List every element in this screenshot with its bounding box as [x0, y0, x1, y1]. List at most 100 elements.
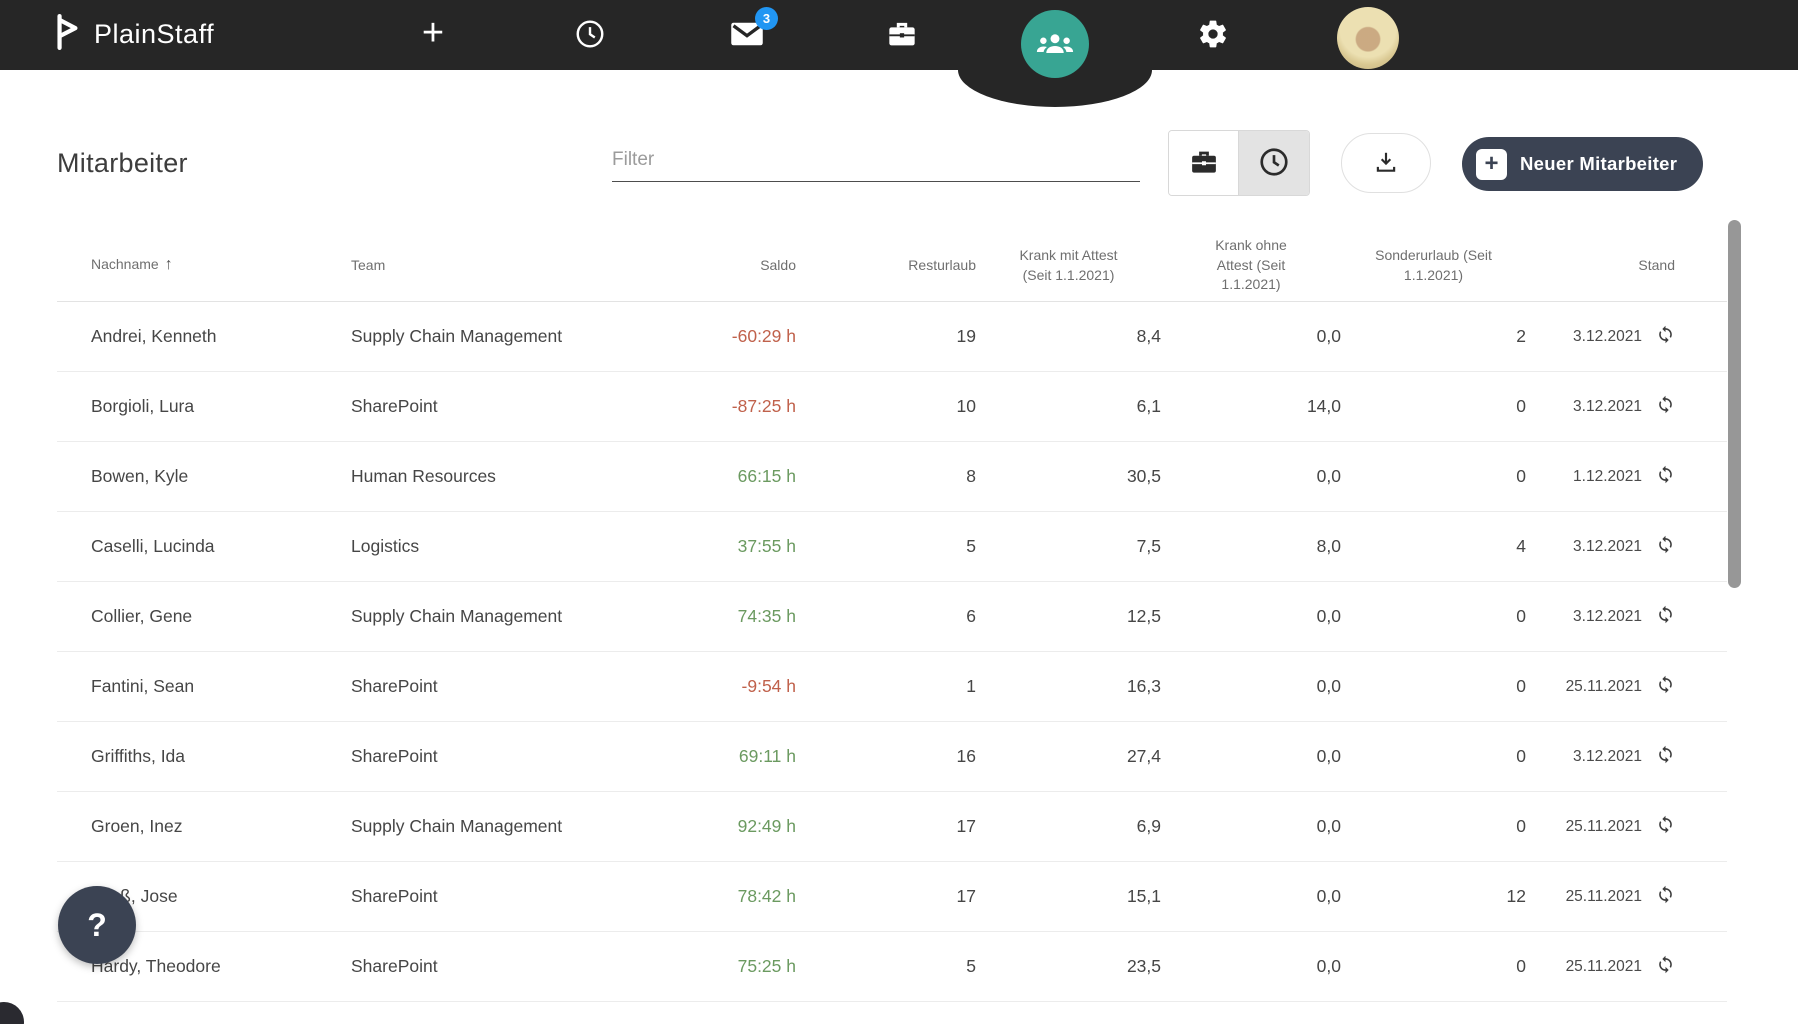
briefcase-icon [1189, 148, 1219, 179]
filter-input[interactable] [612, 138, 1140, 182]
sonderurlaub-value: 2 [1341, 326, 1526, 347]
employee-name: Hardy, Theodore [91, 956, 351, 977]
refresh-icon[interactable] [1656, 325, 1675, 349]
saldo-value: 92:49 h [681, 816, 796, 837]
column-header-stand[interactable]: Stand [1526, 256, 1727, 276]
table-row[interactable]: Griffiths, Ida SharePoint 69:11 h 16 27,… [57, 722, 1727, 792]
nav-add-button[interactable]: + [398, 0, 468, 70]
brand-name: PlainStaff [94, 19, 214, 50]
employee-name: Collier, Gene [91, 606, 351, 627]
brand-logo[interactable]: PlainStaff [52, 13, 214, 56]
column-header-krank-mit-attest[interactable]: Krank mit Attest (Seit 1.1.2021) [976, 246, 1161, 285]
plus-icon: + [422, 14, 444, 52]
employee-name: Groen, Inez [91, 816, 351, 837]
refresh-icon[interactable] [1656, 395, 1675, 419]
refresh-icon[interactable] [1656, 675, 1675, 699]
nav-employees-button[interactable] [1021, 10, 1089, 78]
krank-mit-attest-value: 12,5 [976, 606, 1161, 627]
krank-mit-attest-value: 6,1 [976, 396, 1161, 417]
resturlaub-value: 19 [796, 326, 976, 347]
krank-ohne-attest-value: 0,0 [1161, 606, 1341, 627]
column-header-sonderurlaub[interactable]: Sonderurlaub (Seit 1.1.2021) [1341, 246, 1526, 285]
new-employee-label: Neuer Mitarbeiter [1520, 153, 1677, 175]
stand-date: 25.11.2021 [1566, 678, 1642, 696]
stand-date: 3.12.2021 [1573, 608, 1642, 626]
table-row[interactable]: Andrei, Kenneth Supply Chain Management … [57, 302, 1727, 372]
resturlaub-value: 5 [796, 536, 976, 557]
mail-icon: 3 [729, 19, 765, 52]
table-row[interactable]: Fantini, Sean SharePoint -9:54 h 1 16,3 … [57, 652, 1727, 722]
resturlaub-value: 17 [796, 816, 976, 837]
sonderurlaub-value: 12 [1341, 886, 1526, 907]
krank-mit-attest-value: 7,5 [976, 536, 1161, 557]
help-label: ? [87, 907, 107, 944]
nav-projects-button[interactable] [867, 0, 937, 70]
resturlaub-value: 17 [796, 886, 976, 907]
resturlaub-value: 10 [796, 396, 976, 417]
nav-times-button[interactable] [555, 0, 625, 70]
krank-mit-attest-value: 15,1 [976, 886, 1161, 907]
column-header-krank-ohne-attest[interactable]: Krank ohne Attest (Seit 1.1.2021) [1161, 236, 1341, 295]
unread-count-badge: 3 [755, 7, 778, 30]
sonderurlaub-value: 0 [1341, 816, 1526, 837]
employees-table: Nachname↑ Team Saldo Resturlaub Krank mi… [57, 230, 1727, 1002]
table-row[interactable]: Hardy, Theodore SharePoint 75:25 h 5 23,… [57, 932, 1727, 1002]
view-times-toggle[interactable] [1239, 131, 1309, 195]
sonderurlaub-value: 0 [1341, 396, 1526, 417]
table-row[interactable]: Groen, Inez Supply Chain Management 92:4… [57, 792, 1727, 862]
krank-ohne-attest-value: 8,0 [1161, 536, 1341, 557]
download-icon [1373, 149, 1399, 178]
refresh-icon[interactable] [1656, 815, 1675, 839]
employee-team: SharePoint [351, 676, 681, 697]
new-employee-button[interactable]: + Neuer Mitarbeiter [1462, 137, 1703, 191]
table-row[interactable]: Caselli, Lucinda Logistics 37:55 h 5 7,5… [57, 512, 1727, 582]
view-absences-toggle[interactable] [1169, 131, 1239, 195]
krank-mit-attest-value: 27,4 [976, 746, 1161, 767]
column-header-nachname[interactable]: Nachname↑ [91, 254, 351, 276]
top-navbar: PlainStaff + 3 [0, 0, 1798, 70]
column-header-resturlaub[interactable]: Resturlaub [796, 256, 976, 276]
table-row[interactable]: Bowen, Kyle Human Resources 66:15 h 8 30… [57, 442, 1727, 512]
employee-name: Borgioli, Lura [91, 396, 351, 417]
table-header-row: Nachname↑ Team Saldo Resturlaub Krank mi… [57, 230, 1727, 302]
saldo-value: 74:35 h [681, 606, 796, 627]
nav-messages-button[interactable]: 3 [712, 0, 782, 70]
employee-team: Logistics [351, 536, 681, 557]
krank-ohne-attest-value: 14,0 [1161, 396, 1341, 417]
refresh-icon[interactable] [1656, 885, 1675, 909]
krank-ohne-attest-value: 0,0 [1161, 466, 1341, 487]
sonderurlaub-value: 4 [1341, 536, 1526, 557]
employee-team: Supply Chain Management [351, 816, 681, 837]
table-row[interactable]: Groß, Jose SharePoint 78:42 h 17 15,1 0,… [57, 862, 1727, 932]
employee-name: Caselli, Lucinda [91, 536, 351, 557]
refresh-icon[interactable] [1656, 465, 1675, 489]
column-header-team[interactable]: Team [351, 256, 681, 276]
resturlaub-value: 16 [796, 746, 976, 767]
user-avatar[interactable] [1337, 7, 1399, 69]
corner-peek-button[interactable] [0, 1002, 24, 1024]
stand-date: 25.11.2021 [1566, 888, 1642, 906]
app-window: PlainStaff + 3 [0, 0, 1798, 1024]
refresh-icon[interactable] [1656, 955, 1675, 979]
saldo-value: 78:42 h [681, 886, 796, 907]
stand-date: 3.12.2021 [1573, 748, 1642, 766]
briefcase-icon [886, 19, 918, 52]
column-header-saldo[interactable]: Saldo [681, 256, 796, 276]
refresh-icon[interactable] [1656, 605, 1675, 629]
table-row[interactable]: Collier, Gene Supply Chain Management 74… [57, 582, 1727, 652]
nav-settings-button[interactable] [1178, 0, 1248, 70]
table-row[interactable]: Borgioli, Lura SharePoint -87:25 h 10 6,… [57, 372, 1727, 442]
people-group-icon [1036, 29, 1074, 60]
sonderurlaub-value: 0 [1341, 606, 1526, 627]
krank-mit-attest-value: 23,5 [976, 956, 1161, 977]
vertical-scrollbar-thumb[interactable] [1728, 220, 1741, 588]
krank-mit-attest-value: 30,5 [976, 466, 1161, 487]
refresh-icon[interactable] [1656, 745, 1675, 769]
help-button[interactable]: ? [58, 886, 136, 964]
krank-ohne-attest-value: 0,0 [1161, 816, 1341, 837]
saldo-value: -9:54 h [681, 676, 796, 697]
download-button[interactable] [1341, 133, 1431, 193]
clock-icon [1258, 146, 1290, 181]
table-body: Andrei, Kenneth Supply Chain Management … [57, 302, 1727, 1002]
refresh-icon[interactable] [1656, 535, 1675, 559]
